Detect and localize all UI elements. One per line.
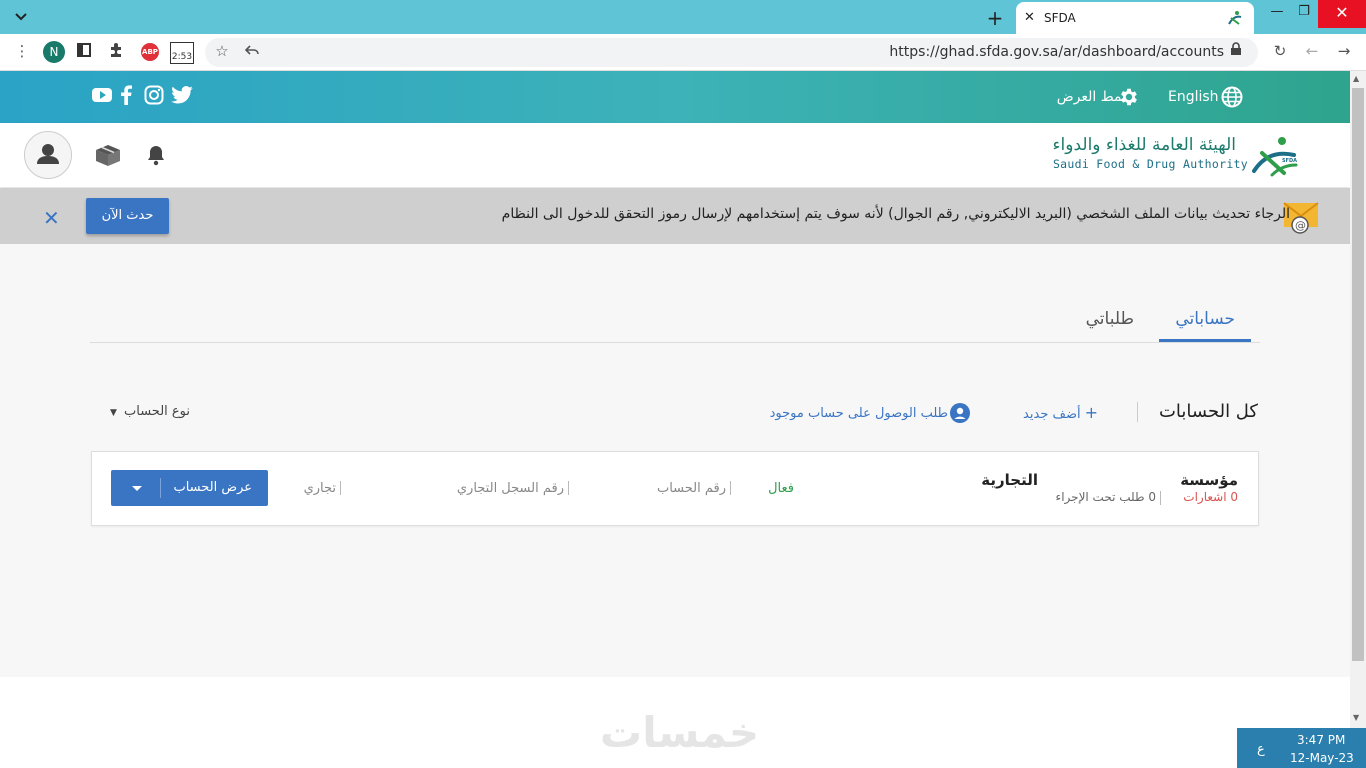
watermark: خمسات xyxy=(600,708,760,757)
card-separator xyxy=(340,481,341,495)
back-arrow-icon[interactable]: ← xyxy=(1302,42,1322,62)
account-name-part2: التجارية xyxy=(981,471,1038,489)
youtube-icon[interactable] xyxy=(92,86,112,104)
package-box-icon[interactable] xyxy=(93,142,123,168)
card-separator xyxy=(730,481,731,495)
heading-separator xyxy=(1137,402,1138,422)
extensions-puzzle-icon[interactable] xyxy=(108,42,128,62)
tab-close-icon[interactable]: ✕ xyxy=(1024,10,1035,25)
view-account-button[interactable]: عرض الحساب xyxy=(111,470,268,506)
profile-avatar[interactable]: N xyxy=(43,41,65,63)
browser-menu-icon[interactable]: ⋮ xyxy=(12,42,32,62)
request-access-link[interactable]: طلب الوصول على حساب موجود xyxy=(770,403,970,423)
account-circle-icon xyxy=(950,403,970,423)
logo-arabic-text: الهيئة العامة للغذاء والدواء xyxy=(1052,135,1236,155)
side-panel-icon[interactable] xyxy=(76,42,96,62)
add-new-link[interactable]: +أضف جديد xyxy=(1023,403,1098,422)
active-tab-underline xyxy=(1159,339,1251,342)
card-separator xyxy=(568,481,569,495)
account-type-label: نوع الحساب xyxy=(124,404,190,419)
share-icon[interactable] xyxy=(244,42,264,62)
instagram-icon[interactable] xyxy=(144,85,164,105)
notifications-count[interactable]: 0 اشعارات xyxy=(1183,490,1238,504)
window-restore-button[interactable]: ❐ xyxy=(1289,4,1319,19)
account-number-label: رقم الحساب xyxy=(656,481,726,496)
timer-extension-icon[interactable]: 2:53 xyxy=(170,42,194,64)
sfda-logo-icon[interactable]: SFDA xyxy=(1250,135,1300,177)
add-new-label: أضف جديد xyxy=(1023,407,1081,422)
card-separator xyxy=(1160,491,1161,505)
account-type-dropdown[interactable]: نوع الحساب ▼ xyxy=(110,404,190,419)
window-minimize-button[interactable]: — xyxy=(1262,4,1292,19)
reload-icon[interactable]: ↻ xyxy=(1270,42,1290,62)
twitter-icon[interactable] xyxy=(171,86,193,104)
status-badge: فعال xyxy=(768,481,794,496)
language-switch[interactable]: English xyxy=(1168,89,1219,105)
tab-my-accounts[interactable]: حساباتي xyxy=(1175,309,1235,329)
close-icon[interactable]: ✕ xyxy=(43,206,60,230)
display-mode-label[interactable]: نمط العرض xyxy=(1057,89,1126,105)
person-icon xyxy=(37,144,59,164)
site-header xyxy=(0,123,1350,187)
all-accounts-heading: كل الحسابات xyxy=(1158,401,1258,422)
logo-badge-text: SFDA xyxy=(1282,158,1298,164)
adblock-plus-icon[interactable]: ABP xyxy=(141,43,159,61)
new-tab-button[interactable]: + xyxy=(985,6,1005,30)
site-topbar xyxy=(0,71,1350,123)
lock-icon[interactable] xyxy=(1230,42,1250,62)
svg-text:@: @ xyxy=(1295,219,1306,232)
globe-icon[interactable] xyxy=(1221,86,1243,108)
bookmark-star-icon[interactable]: ☆ xyxy=(212,42,232,62)
pending-requests-count[interactable]: 0 طلب تحت الإجراء xyxy=(1056,490,1156,504)
sfda-favicon-icon xyxy=(1226,9,1244,27)
update-now-button[interactable]: حدث الآن xyxy=(86,198,169,234)
clock-time[interactable]: 3:47 PM xyxy=(1297,733,1345,747)
scrollbar-thumb[interactable] xyxy=(1352,88,1364,661)
scroll-up-arrow-icon[interactable]: ▲ xyxy=(1353,74,1359,83)
tabs-divider xyxy=(90,342,1260,343)
logo-english-text: Saudi Food & Drug Authority xyxy=(1052,157,1248,171)
notice-text: الرجاء تحديث بيانات الملف الشخصي (البريد… xyxy=(501,206,1290,222)
commercial-registry-label: رقم السجل التجاري xyxy=(456,481,564,496)
caret-down-icon: ▼ xyxy=(109,408,117,418)
scroll-down-arrow-icon[interactable]: ▼ xyxy=(1353,713,1359,722)
url-text[interactable]: https://ghad.sfda.gov.sa/ar/dashboard/ac… xyxy=(889,44,1224,60)
tab-search-chevron-icon[interactable] xyxy=(14,9,28,23)
forward-arrow-icon[interactable]: → xyxy=(1334,42,1354,62)
plus-icon: + xyxy=(1084,403,1098,422)
clock-date[interactable]: 12-May-23 xyxy=(1290,751,1354,765)
browser-tab-active[interactable]: ✕ SFDA xyxy=(1016,2,1254,34)
view-account-label: عرض الحساب xyxy=(173,480,252,495)
request-access-label: طلب الوصول على حساب موجود xyxy=(769,405,948,421)
notification-bell-icon[interactable] xyxy=(146,144,166,166)
split-divider xyxy=(160,478,161,498)
dropdown-caret-icon[interactable] xyxy=(132,486,142,491)
tab-title: SFDA xyxy=(1044,11,1076,25)
tab-my-requests[interactable]: طلباتي xyxy=(1086,309,1134,329)
user-avatar[interactable] xyxy=(24,131,72,179)
account-name-part1: مؤسسة xyxy=(1180,471,1238,489)
window-close-button[interactable]: ✕ xyxy=(1318,0,1366,28)
account-type-value: تجاري xyxy=(303,481,336,496)
facebook-icon[interactable] xyxy=(120,85,132,105)
keyboard-language[interactable]: ع xyxy=(1257,742,1265,757)
